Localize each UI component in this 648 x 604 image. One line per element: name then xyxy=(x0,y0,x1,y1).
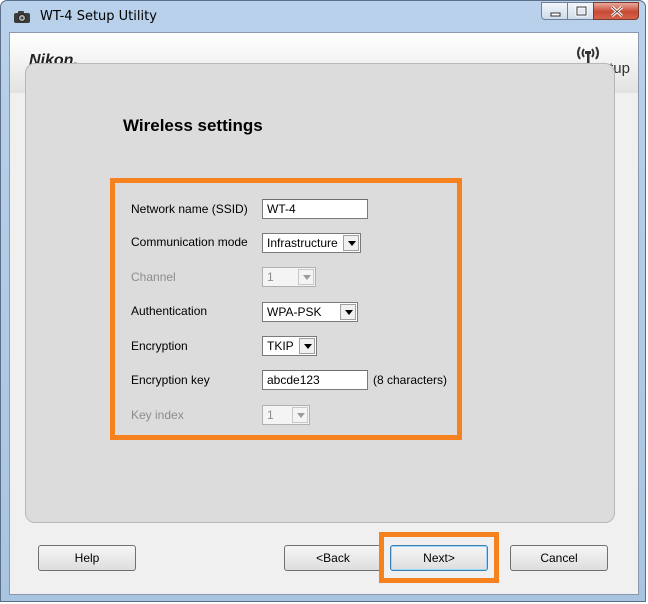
minimize-icon xyxy=(550,12,561,17)
close-button[interactable] xyxy=(593,2,639,20)
close-icon xyxy=(610,5,624,18)
camera-icon xyxy=(14,11,30,23)
cancel-button[interactable]: Cancel xyxy=(510,545,608,571)
back-button[interactable]: <Back xyxy=(284,545,382,571)
caption-buttons xyxy=(541,2,639,20)
help-button[interactable]: Help xyxy=(38,545,136,571)
maximize-icon xyxy=(575,5,588,17)
minimize-button[interactable] xyxy=(541,2,568,20)
maximize-button[interactable] xyxy=(567,2,594,20)
page-title: Wireless settings xyxy=(123,116,263,135)
title-bar[interactable]: WT-4 Setup Utility xyxy=(1,1,645,32)
next-highlight-frame xyxy=(379,532,499,583)
form-highlight-frame xyxy=(110,178,462,440)
window-title: WT-4 Setup Utility xyxy=(40,9,157,24)
